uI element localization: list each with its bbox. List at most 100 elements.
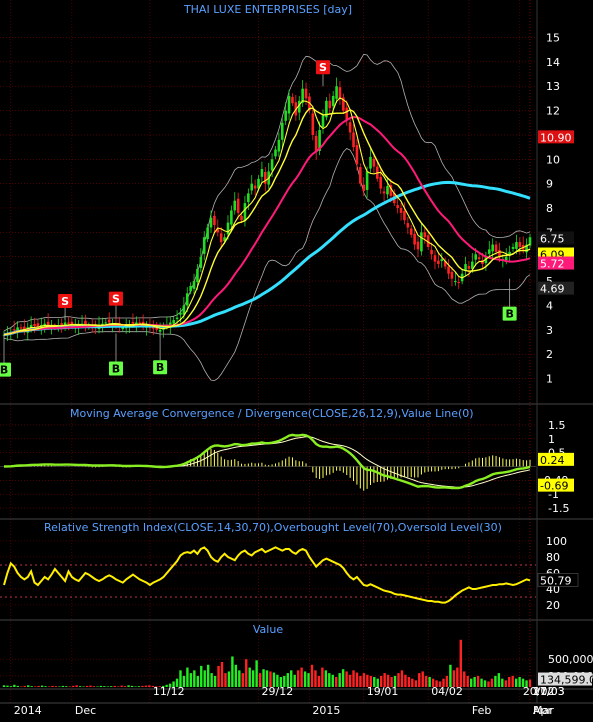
volume-bar xyxy=(123,686,127,687)
volume-bar xyxy=(459,639,462,687)
volume-bar xyxy=(504,680,507,687)
volume-bar xyxy=(23,685,26,687)
volume-bar xyxy=(508,677,511,687)
candle-body xyxy=(491,244,494,252)
candle-body xyxy=(338,87,342,99)
volume-panel-title: Value xyxy=(253,623,283,636)
candle-body xyxy=(230,210,233,225)
candle-body xyxy=(518,242,522,247)
rsi-tick-label: 20 xyxy=(546,599,560,612)
volume-bar xyxy=(96,686,99,687)
volume-bar xyxy=(238,670,241,687)
candle-body xyxy=(284,110,287,121)
volume-bar xyxy=(16,685,20,687)
macd-tag-value: -0.69 xyxy=(540,480,568,493)
volume-bar xyxy=(30,686,33,687)
volume-bar xyxy=(307,673,310,687)
price-tick-label: 3 xyxy=(546,324,553,337)
volume-bar xyxy=(497,673,501,687)
volume-tick-label: 500,000 xyxy=(548,653,593,666)
candle-body xyxy=(240,215,243,221)
candle-body xyxy=(67,322,70,324)
candle-body xyxy=(362,184,366,191)
candle-body xyxy=(247,193,250,203)
volume-bar xyxy=(85,685,89,687)
volume-bar xyxy=(463,671,466,687)
volume-bar xyxy=(130,685,134,687)
buy-signal-label: B xyxy=(156,361,164,374)
candle-body xyxy=(250,183,254,191)
price-tick-label: 10 xyxy=(546,153,560,166)
volume-bar xyxy=(314,670,317,687)
volume-bar xyxy=(324,670,328,687)
candle-body xyxy=(372,158,376,167)
volume-bar xyxy=(449,664,452,687)
candle-body xyxy=(138,322,142,324)
volume-bar xyxy=(99,685,103,687)
candle-body xyxy=(477,257,481,260)
x-axis-label: 29/12 xyxy=(262,685,294,698)
volume-bar xyxy=(227,671,231,687)
candle-body xyxy=(352,132,355,148)
candle-body xyxy=(437,260,440,265)
volume-bar xyxy=(68,686,71,687)
candle-body xyxy=(450,271,454,279)
candle-body xyxy=(46,321,50,325)
x-axis-label: Apr xyxy=(533,704,553,717)
candle-body xyxy=(487,249,491,254)
candle-body xyxy=(158,329,162,332)
volume-bar xyxy=(82,686,85,687)
price-tick-label: 13 xyxy=(546,80,560,93)
x-axis-label: Dec xyxy=(75,704,96,717)
candle-body xyxy=(504,256,508,261)
volume-bar xyxy=(120,685,123,687)
candle-body xyxy=(515,242,518,249)
volume-bar xyxy=(134,686,137,687)
volume-bar xyxy=(514,678,518,687)
volume-bar xyxy=(328,673,331,687)
volume-bar xyxy=(203,670,206,687)
candle-body xyxy=(219,233,223,243)
volume-bar xyxy=(490,678,494,687)
volume-bar xyxy=(92,686,96,687)
candle-body xyxy=(396,205,399,208)
x-axis-label: 11/12 xyxy=(153,685,185,698)
candle-body xyxy=(264,171,267,184)
candle-body xyxy=(274,149,277,157)
candle-body xyxy=(399,208,403,213)
volume-bar xyxy=(116,686,120,687)
volume-bar xyxy=(20,686,23,687)
volume-bar xyxy=(341,669,345,687)
volume-bar xyxy=(75,685,78,687)
volume-bar xyxy=(251,670,255,687)
volume-bar xyxy=(348,674,352,687)
volume-bar xyxy=(78,686,82,687)
volume-bar xyxy=(220,662,224,687)
volume-bar xyxy=(362,673,366,687)
candle-body xyxy=(192,281,196,289)
x-axis-label: 19/01 xyxy=(367,685,399,698)
volume-bar xyxy=(483,680,487,687)
macd-tick-label: 1.5 xyxy=(548,419,566,432)
candle-body xyxy=(321,115,325,128)
stock-chart-stage: BSSBBSB 12345678910111213141510.906.756.… xyxy=(0,0,593,718)
candle-body xyxy=(43,323,47,325)
volume-bar xyxy=(213,675,217,687)
candle-body xyxy=(403,210,406,221)
volume-bar xyxy=(210,673,213,687)
volume-bar xyxy=(355,672,359,687)
volume-bar xyxy=(310,664,314,687)
candle-body xyxy=(33,323,36,327)
candle-body xyxy=(277,139,281,152)
volume-bar xyxy=(345,671,348,687)
buy-signal-label: B xyxy=(112,362,120,375)
candle-body xyxy=(430,249,433,255)
volume-bar xyxy=(127,685,130,687)
candle-body xyxy=(355,145,359,165)
candle-body xyxy=(454,281,457,283)
price-tick-label: 8 xyxy=(546,202,553,215)
volume-bar xyxy=(407,677,411,687)
candle-body xyxy=(199,256,203,268)
sell-signal-label: S xyxy=(319,61,327,74)
volume-bar xyxy=(296,670,300,687)
